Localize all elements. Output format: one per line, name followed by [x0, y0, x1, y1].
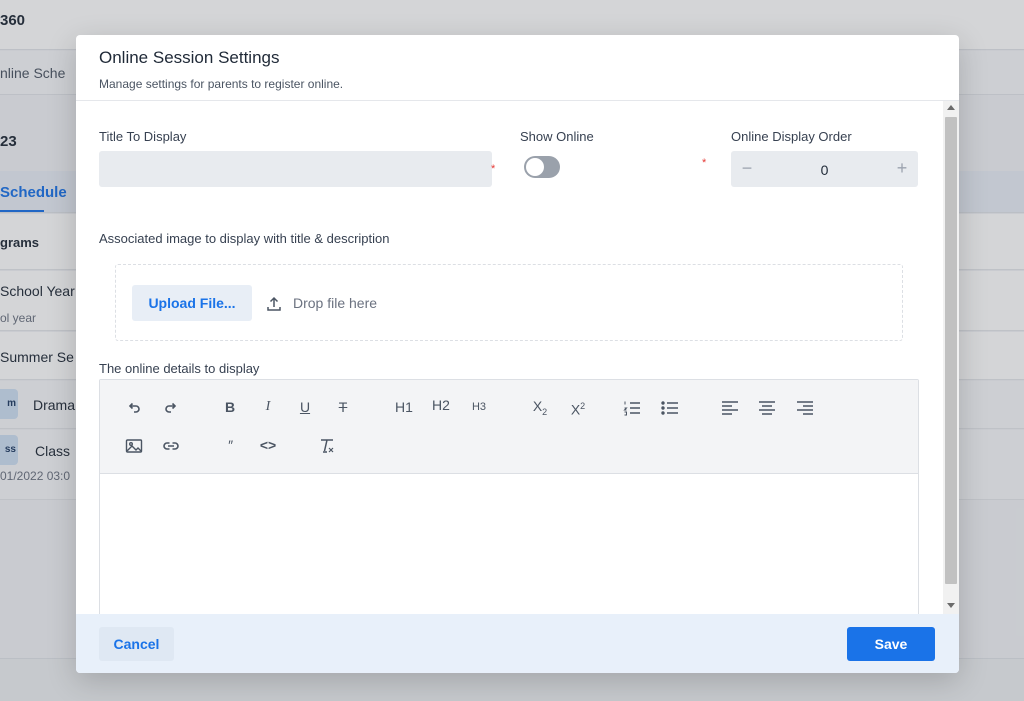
dialog-body: Title To Display * Show Online * Online … [76, 101, 943, 614]
show-online-toggle[interactable] [524, 156, 560, 178]
editor-toolbar: B I U T H1 H2 H3 X2 X2 ″ <> [100, 380, 918, 474]
show-online-label: Show Online [520, 129, 594, 144]
dialog-subtitle: Manage settings for parents to register … [99, 77, 344, 91]
rich-text-editor: B I U T H1 H2 H3 X2 X2 ″ <> [99, 379, 919, 614]
title-input[interactable] [99, 151, 492, 187]
online-session-settings-dialog: Online Session Settings Manage settings … [76, 35, 959, 673]
required-indicator: * [702, 157, 707, 169]
heading-3-button[interactable]: H3 [465, 395, 493, 419]
editor-content-area[interactable] [100, 475, 918, 614]
dialog-title: Online Session Settings [99, 48, 280, 67]
subscript-letter: X [532, 398, 543, 414]
upload-file-button[interactable]: Upload File... [132, 285, 252, 321]
details-label: The online details to display [99, 361, 260, 376]
cancel-button[interactable]: Cancel [99, 627, 174, 661]
title-label: Title To Display [99, 129, 187, 144]
decrement-button[interactable]: − [731, 151, 763, 187]
file-dropzone[interactable]: Upload File... Drop file here [115, 264, 903, 341]
subscript-mark: 2 [542, 406, 548, 417]
save-button[interactable]: Save [847, 627, 935, 661]
online-display-order-label: Online Display Order [731, 129, 852, 144]
scroll-down-icon[interactable] [947, 603, 955, 608]
ordered-list-icon[interactable] [620, 396, 644, 420]
heading-1-button[interactable]: H1 [390, 395, 418, 419]
subscript-button[interactable]: X2 [526, 394, 554, 418]
redo-icon[interactable] [159, 396, 183, 420]
bold-button[interactable]: B [218, 395, 242, 419]
image-label: Associated image to display with title &… [99, 231, 390, 246]
online-display-order-stepper: − 0 + [731, 151, 918, 187]
order-value[interactable]: 0 [763, 151, 886, 187]
code-button[interactable]: <> [256, 433, 280, 457]
dialog-footer: Cancel Save [76, 614, 959, 673]
toggle-knob [526, 158, 544, 176]
strikethrough-button[interactable]: T [331, 395, 355, 419]
image-icon[interactable] [122, 434, 146, 458]
superscript-letter: X [570, 401, 581, 418]
align-right-icon[interactable] [793, 396, 817, 420]
required-indicator: * [491, 163, 496, 175]
align-left-icon[interactable] [718, 396, 742, 420]
upload-icon [267, 296, 281, 311]
scroll-thumb[interactable] [945, 117, 957, 584]
superscript-mark: 2 [580, 401, 586, 411]
clear-format-icon[interactable] [315, 434, 339, 458]
dialog-header: Online Session Settings Manage settings … [76, 35, 959, 101]
scroll-up-icon[interactable] [947, 105, 955, 110]
drop-file-text: Drop file here [293, 295, 378, 311]
align-center-icon[interactable] [755, 396, 779, 420]
italic-button[interactable]: I [256, 395, 280, 419]
undo-icon[interactable] [122, 396, 146, 420]
increment-button[interactable]: + [886, 151, 918, 187]
heading-2-button[interactable]: H2 [427, 393, 455, 417]
bullet-list-icon[interactable] [658, 396, 682, 420]
link-icon[interactable] [159, 434, 183, 458]
underline-button[interactable]: U [293, 395, 317, 419]
blockquote-button[interactable]: ″ [218, 433, 242, 457]
superscript-button[interactable]: X2 [564, 394, 592, 418]
dialog-scrollbar[interactable] [943, 101, 959, 614]
